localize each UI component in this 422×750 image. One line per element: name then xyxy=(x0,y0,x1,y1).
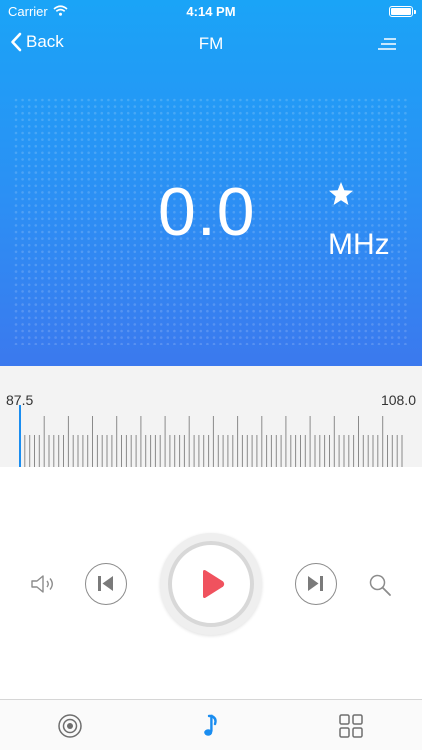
menu-button[interactable] xyxy=(376,35,398,53)
frequency-readout: 0.0 xyxy=(158,174,256,250)
magnifier-icon xyxy=(367,572,393,598)
previous-station-button[interactable] xyxy=(85,563,127,605)
status-time: 4:14 PM xyxy=(186,4,236,19)
dial-ticks xyxy=(19,416,403,467)
speaker-icon xyxy=(30,573,56,595)
tab-radio[interactable] xyxy=(57,713,83,739)
tuner-header: Carrier 4:14 PM Back FM 0.0 MHz xyxy=(0,0,422,366)
search-button[interactable] xyxy=(367,572,393,598)
page-title: FM xyxy=(198,34,224,53)
playback-controls xyxy=(0,467,422,699)
favorite-button[interactable] xyxy=(327,180,355,208)
status-bar: Carrier 4:14 PM xyxy=(0,0,422,22)
play-icon xyxy=(172,545,250,623)
dial-needle[interactable] xyxy=(19,405,21,467)
battery-icon xyxy=(389,6,416,17)
tab-music[interactable] xyxy=(198,713,224,739)
tab-more[interactable] xyxy=(338,713,364,739)
frequency-unit: MHz xyxy=(328,228,390,261)
radio-target-icon xyxy=(57,713,83,739)
star-icon xyxy=(327,180,355,208)
play-button-inner xyxy=(168,541,254,627)
skip-next-icon xyxy=(296,564,336,603)
navigation-bar: Back FM xyxy=(0,22,422,66)
next-station-button[interactable] xyxy=(295,563,337,605)
menu-lines-icon xyxy=(376,35,398,53)
volume-button[interactable] xyxy=(30,573,56,595)
music-note-icon xyxy=(198,713,224,739)
grid-icon xyxy=(338,713,364,739)
tab-bar xyxy=(0,699,422,750)
skip-previous-icon xyxy=(86,564,126,603)
tuning-dial[interactable]: 87.5 108.0 xyxy=(0,366,422,467)
play-button[interactable] xyxy=(160,533,262,635)
